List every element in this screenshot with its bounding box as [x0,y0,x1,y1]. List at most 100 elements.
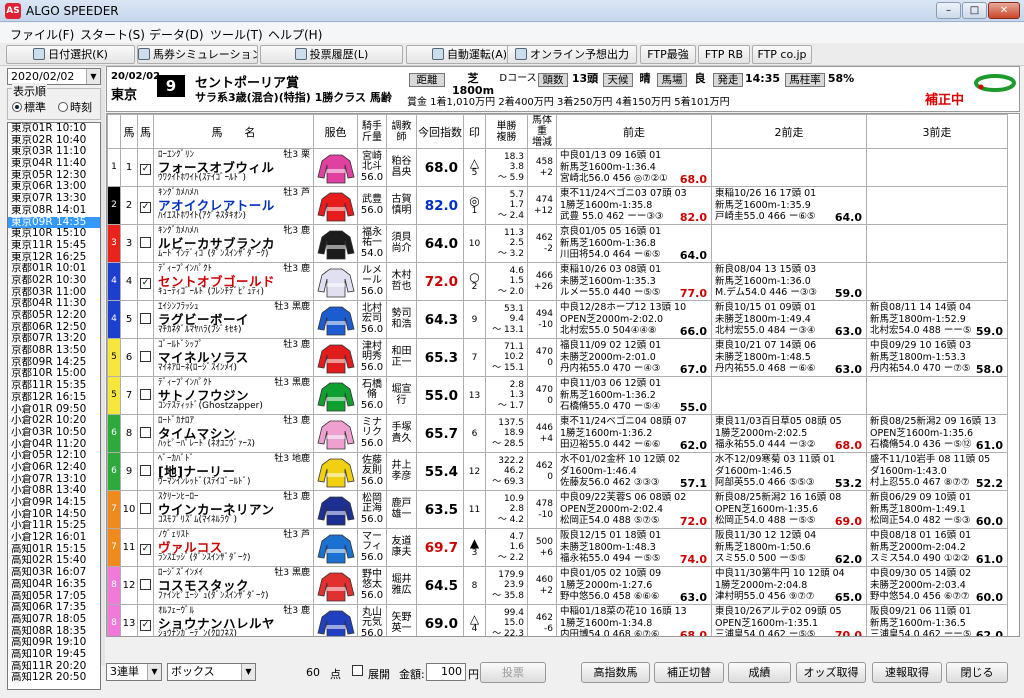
prev-race-cell[interactable]: 阪良12/15 01 18頭 01 未勝芝1800m-1:48.3 福永祐55.… [556,528,712,567]
mark-cell[interactable]: 6 [463,414,486,453]
bet-simulation-button[interactable]: 馬券シミュレーション(B) [137,45,258,64]
horse-name-cell[interactable]: ﾛｰｴﾝｸﾞﾘﾝ フォースオブウィル ｳﾜｸｲﾄﾎﾜｲﾄ(ｽﾃｲｺﾞｰﾙﾄﾞ) … [153,148,314,187]
horse-row[interactable]: 4 4 ✓ ﾃﾞｨｰﾌﾟｲﾝﾊﾟｸﾄ セントオブゴールド ｷｭｰﾃｨｺﾞｰﾙﾄﾞ… [107,262,1008,301]
prev-race-cell[interactable] [866,376,1008,415]
ftp-saikyo-button[interactable]: FTP最強 [640,45,696,64]
vote-button[interactable]: 投票 [480,662,546,683]
prev-race-cell[interactable]: 中良08/18 01 16頭 01 新馬芝2000m-2:04.2 スミス54.… [866,528,1008,567]
race-list-item[interactable]: 東京11R 15:45 [8,240,100,252]
race-list-item[interactable]: 東京09R 14:35 [8,216,100,229]
mark-cell[interactable]: 8 [463,566,486,605]
prev-race-cell[interactable] [711,224,867,263]
flash-fetch-button[interactable]: 速報取得 [872,662,942,683]
race-list-item[interactable]: 京都11R 15:35 [8,380,100,392]
col-odds[interactable]: 単勝 複勝 [485,114,528,149]
mark-cell[interactable]: 13 [463,376,486,415]
order-time-radio[interactable]: 時刻 [58,99,92,115]
horse-name-cell[interactable]: ｵﾙﾌｪｰｳﾞﾙ ショウナンハレルヤ ｼｮｳﾅﾝｶﾞｰﾃﾞﾝ(ｸﾛﾌﾈｽ) 牡3… [153,604,314,636]
ftp-cojp-button[interactable]: FTP co.jp [752,45,812,64]
prev-race-cell[interactable]: 新良08/11 14 14頭 04 新馬芝1800m-1:52.9 北村宏54.… [866,300,1008,339]
mark-cell[interactable]: △ 5 [463,148,486,187]
race-list-item[interactable]: 小倉07R 13:10 [8,474,100,486]
horse-name-cell[interactable]: ｴｲｼﾝﾌﾗｯｼｭ ラグビーボーイ ﾏﾁｶﾈﾀﾞﾙﾏﾔﾊﾗ(ﾌｼﾞｷｾｷ) 牡3… [153,300,314,339]
horse-row[interactable]: 4 5 ｴｲｼﾝﾌﾗｯｼｭ ラグビーボーイ ﾏﾁｶﾈﾀﾞﾙﾏﾔﾊﾗ(ﾌｼﾞｷｾｷ… [107,300,1008,339]
race-list-item[interactable]: 東京02R 10:40 [8,135,100,147]
horse-row[interactable]: 8 12 ﾛｰｼﾞｽﾞｲﾝﾒｲ コスモスタック ﾌｧｲﾝﾋﾟｴｰｼﾞｭ(ﾀﾞﾝｽ… [107,566,1008,605]
race-list-item[interactable]: 高知01R 15:15 [8,544,100,556]
correction-toggle-button[interactable]: 補正切替 [654,662,724,683]
mark-cell[interactable]: 11 [463,490,486,529]
race-list-item[interactable]: 京都09R 14:25 [8,357,100,369]
horse-name-cell[interactable]: ﾍﾞｰｶﾊﾞﾄﾞ [地]ナーリー ｳｰﾏﾝｲﾝﾚｯﾄﾞ(ｽﾃｲｺﾞｰﾙﾄﾞ) 牡… [153,452,314,491]
jockey-cell[interactable]: 野中悠太 56.0 [357,566,387,605]
race-list-item[interactable]: 高知05R 17:05 [8,591,100,603]
horse-name-cell[interactable]: ﾛｰｼﾞｽﾞｲﾝﾒｲ コスモスタック ﾌｧｲﾝﾋﾟｴｰｼﾞｭ(ﾀﾞﾝｽｲﾝｻﾞﾀ… [153,566,314,605]
horse-check[interactable] [137,338,154,377]
jockey-cell[interactable]: マーフィ 56.0 [357,528,387,567]
horse-name-cell[interactable]: ｺﾞｰﾙﾄﾞｼｯﾌﾟ マイネルソラス ﾏｲﾈｱﾛｰﾈ(ﾛｰｼﾞｽｲﾝﾒｲ) 牡3… [153,338,314,377]
horse-row[interactable]: 1 1 ✓ ﾛｰｴﾝｸﾞﾘﾝ フォースオブウィル ｳﾜｸｲﾄﾎﾜｲﾄ(ｽﾃｲｺﾞ… [107,148,1008,187]
prev-race-cell[interactable]: 福良11/09 02 12頭 01 未勝芝2000m-2:01.0 丹内祐55.… [556,338,712,377]
col-trainer[interactable]: 調教 師 [386,114,417,149]
horse-name-cell[interactable]: ｷﾝｸﾞｶﾒﾊﾒﾊ アオイクレアトール ﾊｲｴｽﾄﾎﾜｲﾄ(ｱｸﾞﾈｽﾀｷｵﾝ)… [153,186,314,225]
race-list-item[interactable]: 小倉06R 12:40 [8,462,100,474]
jockey-cell[interactable]: ルメール 56.0 [357,262,387,301]
horse-row[interactable]: 8 13 ✓ ｵﾙﾌｪｰｳﾞﾙ ショウナンハレルヤ ｼｮｳﾅﾝｶﾞｰﾃﾞﾝ(ｸﾛ… [107,604,1008,636]
horse-row[interactable]: 2 2 ✓ ｷﾝｸﾞｶﾒﾊﾒﾊ アオイクレアトール ﾊｲｴｽﾄﾎﾜｲﾄ(ｱｸﾞﾈ… [107,186,1008,225]
prev-race-cell[interactable]: 水不01/02金杯 10 12頭 02 ダ1600m-1:46.4 佐藤友56.… [556,452,712,491]
col-silks[interactable]: 服色 [313,114,358,149]
race-list-item[interactable]: 小倉01R 09:50 [8,404,100,416]
race-list-item[interactable]: 京都08R 13:50 [8,345,100,357]
date-select-button[interactable]: 日付選択(K) [6,45,135,64]
horse-row[interactable]: 3 3 ｷﾝｸﾞｶﾒﾊﾒﾊ ルビーカサブランカ ﾑｰﾄﾞｲﾝﾃﾞｨｺﾞ(ﾀﾞﾝｽ… [107,224,1008,263]
horse-check[interactable] [137,224,154,263]
horse-name-cell[interactable]: ﾃﾞｨｰﾌﾟｲﾝﾊﾟｸﾄ セントオブゴールド ｷｭｰﾃｨｺﾞｰﾙﾄﾞ(ﾌﾚﾝﾁﾃ… [153,262,314,301]
race-list-item[interactable]: 高知12R 20:50 [8,672,100,684]
prev-race-cell[interactable]: 東稲10/26 03 08頭 01 未勝芝1600m-1:35.3 ルメー55.… [556,262,712,301]
expand-checkbox[interactable] [352,665,363,679]
race-list-item[interactable]: 小倉03R 10:50 [8,427,100,439]
menu-help[interactable]: ヘルプ(H) [268,26,322,43]
jockey-cell[interactable]: 武豊 56.0 [357,186,387,225]
race-list-item[interactable]: 京都12R 16:15 [8,392,100,404]
bet-mode-select[interactable]: ボックス ▼ [167,663,256,681]
horse-row[interactable]: 6 9 ﾍﾞｰｶﾊﾞﾄﾞ [地]ナーリー ｳｰﾏﾝｲﾝﾚｯﾄﾞ(ｽﾃｲｺﾞｰﾙﾄ… [107,452,1008,491]
race-list-item[interactable]: 京都04R 11:30 [8,298,100,310]
prev-race-cell[interactable]: 新良06/29 09 10頭 01 新馬芝1800m-1:49.1 松岡正54.… [866,490,1008,529]
race-list-item[interactable]: 高知04R 16:35 [8,579,100,591]
horse-check[interactable]: ✓ [137,262,154,301]
horse-row[interactable]: 5 7 ﾃﾞｨｰﾌﾟｲﾝﾊﾟｸﾄ サトノフウジン ｺﾝﾃｽﾃｨｯﾄﾞ(Ghost… [107,376,1008,415]
prev-race-cell[interactable]: 東稲10/26 16 17頭 01 新馬芝1600m-1:35.9 戸崎圭55.… [711,186,867,225]
col-check[interactable]: 馬 [137,114,154,149]
mark-cell[interactable]: 9 [463,300,486,339]
race-list-item[interactable]: 高知09R 19:10 [8,637,100,649]
horse-row[interactable]: 6 8 ﾛｰﾄﾞｶﾅﾛｱ タイムマシン ﾊｯﾋﾟｰﾊﾟﾚｰﾄﾞ(ﾈｵﾕﾆｳﾞｧｰ… [107,414,1008,453]
race-list-item[interactable]: 京都10R 15:00 [8,368,100,380]
race-list-item[interactable]: 京都05R 12:20 [8,310,100,322]
jockey-cell[interactable]: ミナリク 56.0 [357,414,387,453]
race-list-item[interactable]: 小倉09R 14:15 [8,497,100,509]
prev-race-cell[interactable]: 東良11/03百日草05 08頭 05 1勝芝2000m-2:02.5 福永祐5… [711,414,867,453]
race-list-item[interactable]: 東京08R 14:01 [8,205,100,217]
horse-check[interactable]: ✓ [137,528,154,567]
col-prev2[interactable]: 2前走 [711,114,867,149]
prev-race-cell[interactable]: 中良11/03 06 12頭 01 新馬芝1600m-1:36.2 石橋脩55.… [556,376,712,415]
mark-cell[interactable]: ◎ 1 [463,186,486,225]
prev-race-cell[interactable] [866,224,1008,263]
race-list-item[interactable]: 東京06R 13:00 [8,181,100,193]
maximize-button[interactable]: □ [962,2,987,19]
horse-check[interactable]: ✓ [137,148,154,187]
prev-race-cell[interactable]: 東不11/24ベゴニ03 07頭 03 1勝芝1600m-1:35.8 武豊 5… [556,186,712,225]
horse-check[interactable] [137,300,154,339]
col-jockey[interactable]: 騎手 斤量 [357,114,387,149]
race-list[interactable]: 東京01R 10:10 東京02R 10:40 東京03R 11:10 東京04R 1… [7,122,101,690]
col-prev3[interactable]: 3前走 [866,114,1008,149]
race-list-item[interactable]: 高知10R 19:45 [8,649,100,661]
prev-race-cell[interactable] [711,376,867,415]
race-list-item[interactable]: 小倉11R 15:25 [8,520,100,532]
ftp-rb-button[interactable]: FTP RB [698,45,750,64]
horse-check[interactable] [137,376,154,415]
prev-race-cell[interactable]: 中良01/13 09 16頭 01 新馬芝1600m-1:36.4 宮崎北56.… [556,148,712,187]
prev-race-cell[interactable]: 東良10/26アルテ02 09頭 05 OPEN芝1600m-1:35.1 三浦… [711,604,867,636]
prev-race-cell[interactable]: 新良08/25新潟2 09 16頭 13 OPEN芝1600m-1:35.6 石… [866,414,1008,453]
